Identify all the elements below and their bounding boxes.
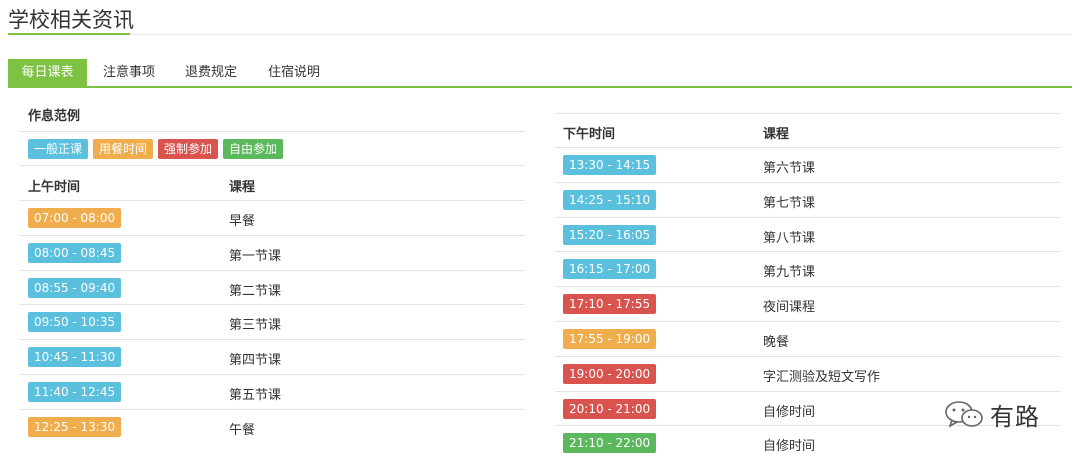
morning-time-badge: 09:50 - 10:35	[28, 312, 122, 333]
afternoon-row-divider	[555, 251, 1060, 253]
afternoon-header-divider	[555, 147, 1060, 148]
morning-time-badge: 12:25 - 13:30	[28, 416, 122, 437]
legend-bottom-divider	[20, 165, 525, 166]
afternoon-time-badge: 17:55 - 19:00	[563, 329, 657, 349]
morning-course-name: 午餐	[229, 422, 256, 438]
afternoon-row-divider	[555, 321, 1060, 322]
tab-notes[interactable]: 注意事项	[94, 59, 164, 86]
morning-row-divider	[20, 374, 525, 375]
morning-time-header: 上午时间	[28, 180, 81, 195]
tab-refund-policy[interactable]: 退费规定	[176, 59, 246, 86]
afternoon-row-divider	[555, 216, 1060, 218]
tab-daily-schedule[interactable]: 每日课表	[8, 59, 87, 86]
legend-badge-meal-time: 用餐时间	[93, 139, 154, 159]
afternoon-row-divider	[555, 390, 1060, 392]
afternoon-time-badge: 20:10 - 21:00	[563, 398, 657, 419]
title-underline	[8, 33, 130, 35]
title-divider	[130, 34, 1072, 35]
afternoon-time-badge: 17:10 - 17:55	[563, 294, 657, 315]
afternoon-time-badge: 19:00 - 20:00	[563, 363, 657, 384]
watermark-text: 有路	[990, 402, 1040, 431]
afternoon-time-header: 下午时间	[563, 127, 616, 142]
afternoon-course-name: 夜间课程	[763, 300, 816, 316]
morning-course-name: 第五节课	[229, 388, 282, 403]
morning-row-divider	[20, 234, 525, 236]
legend-badge-regular-class: 一般正课	[28, 139, 89, 159]
watermark: 有路	[944, 396, 1040, 432]
afternoon-course-name: 自修时间	[763, 404, 816, 420]
morning-row-divider	[20, 304, 525, 306]
morning-time-badge: 08:55 - 09:40	[28, 277, 122, 298]
tab-bar: 每日课表 注意事项 退费规定 住宿说明	[8, 59, 1072, 88]
afternoon-top-divider	[555, 113, 1060, 114]
afternoon-course-header: 课程	[763, 127, 790, 142]
afternoon-course-name: 晚餐	[763, 335, 790, 350]
tab-accommodation[interactable]: 住宿说明	[259, 59, 329, 86]
morning-course-name: 第二节课	[229, 283, 282, 299]
afternoon-time-badge: 14:25 - 15:10	[563, 189, 657, 210]
morning-course-name: 第四节课	[229, 353, 282, 369]
afternoon-time-badge: 15:20 - 16:05	[563, 224, 657, 245]
legend-badge-optional: 自由参加	[223, 139, 284, 159]
afternoon-course-name: 字汇测验及短文写作	[763, 369, 881, 385]
afternoon-course-name: 自修时间	[763, 439, 816, 455]
morning-row-divider	[20, 269, 525, 271]
morning-header-divider	[20, 200, 525, 201]
legend-divider	[20, 131, 525, 132]
morning-time-badge: 08:00 - 08:45	[28, 242, 122, 263]
afternoon-course-name: 第七节课	[763, 195, 816, 211]
morning-row-divider	[20, 408, 525, 410]
afternoon-course-name: 第八节课	[763, 230, 816, 246]
morning-row-divider	[20, 339, 525, 341]
afternoon-course-name: 第九节课	[763, 265, 816, 281]
afternoon-time-badge: 21:10 - 22:00	[563, 433, 657, 454]
afternoon-time-badge: 13:30 - 14:15	[563, 155, 657, 175]
morning-course-name: 早餐	[229, 214, 256, 229]
afternoon-row-divider	[555, 286, 1060, 288]
legend-title: 作息范例	[28, 109, 81, 124]
afternoon-time-badge: 16:15 - 17:00	[563, 259, 657, 280]
morning-time-badge: 07:00 - 08:00	[28, 208, 122, 228]
afternoon-row-divider	[555, 181, 1060, 183]
morning-course-name: 第三节课	[229, 318, 282, 334]
page-title: 学校相关资讯	[8, 8, 134, 32]
morning-time-badge: 11:40 - 12:45	[28, 382, 122, 402]
morning-course-name: 第一节课	[229, 248, 282, 264]
morning-time-badge: 10:45 - 11:30	[28, 347, 122, 368]
afternoon-row-divider	[555, 355, 1060, 357]
morning-course-header: 课程	[229, 180, 256, 195]
legend-badge-mandatory: 强制参加	[158, 139, 219, 159]
afternoon-course-name: 第六节课	[763, 161, 816, 176]
wechat-icon	[945, 401, 983, 428]
